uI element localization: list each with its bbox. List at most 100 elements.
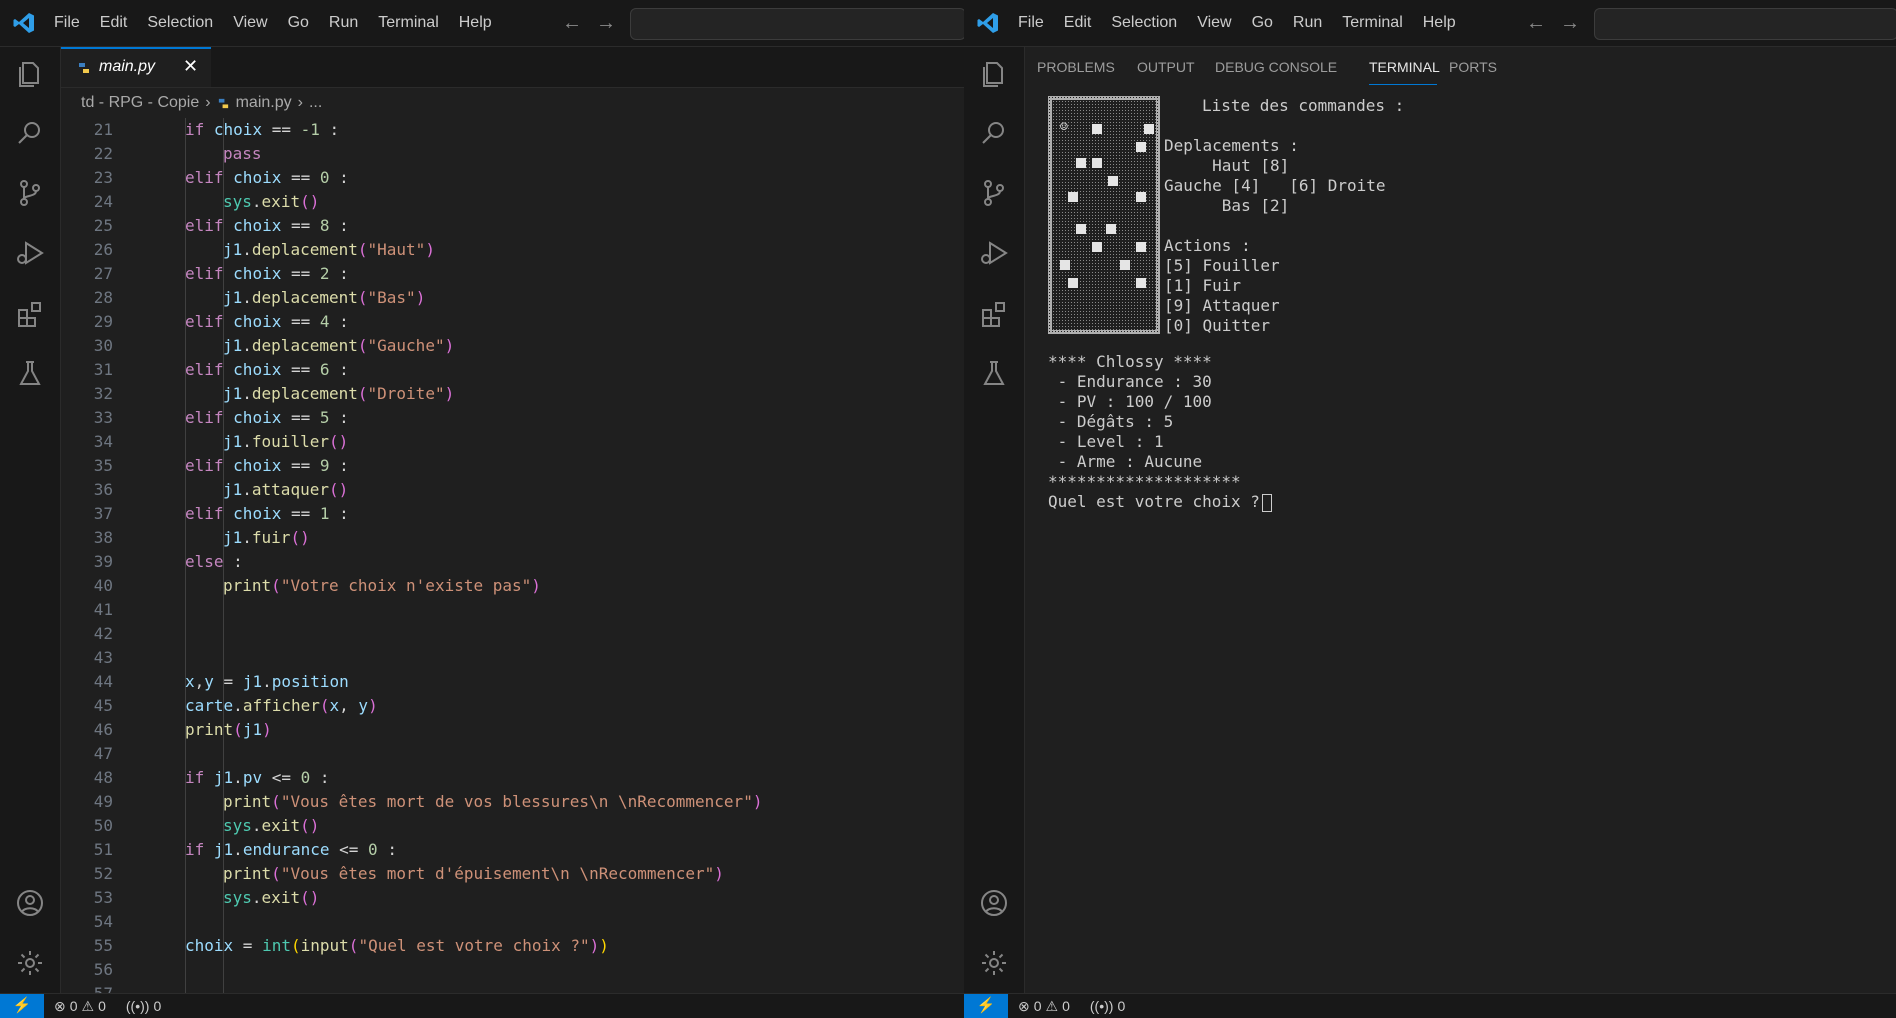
menu-go[interactable]: Go [278, 0, 319, 46]
breadcrumb-folder[interactable]: td - RPG - Copie [81, 94, 199, 112]
vscode-logo-icon[interactable] [12, 11, 36, 35]
code-line[interactable]: 54 [61, 910, 964, 934]
code-text: j1.attaquer() [223, 478, 348, 502]
problems-status[interactable]: ⊗ 0 ⚠ 0 ((•)) 0 [1018, 994, 1125, 1018]
tab-main-py[interactable]: main.py ✕ [61, 47, 211, 87]
menu-help[interactable]: Help [1413, 0, 1466, 46]
code-line[interactable]: 35 elif choix == 9 : [61, 454, 964, 478]
menu-file[interactable]: File [44, 0, 90, 46]
tab-debug-console[interactable]: DEBUG CONSOLE [1215, 59, 1337, 75]
code-line[interactable]: 28 j1.deplacement("Bas") [61, 286, 964, 310]
testing-icon[interactable] [978, 357, 1010, 389]
menu-file[interactable]: File [1008, 0, 1054, 46]
extensions-icon[interactable] [14, 297, 46, 329]
close-icon[interactable]: ✕ [183, 56, 198, 77]
menu-go[interactable]: Go [1242, 0, 1283, 46]
account-icon[interactable] [978, 887, 1010, 919]
warning-count: 0 [98, 998, 106, 1014]
code-line[interactable]: 51 if j1.endurance <= 0 : [61, 838, 964, 862]
menu-help[interactable]: Help [449, 0, 502, 46]
forward-arrow-icon[interactable]: → [1560, 12, 1580, 35]
remote-indicator-icon[interactable]: ⚡ [0, 994, 44, 1018]
explorer-icon[interactable] [978, 57, 1010, 89]
code-line[interactable]: 30 j1.deplacement("Gauche") [61, 334, 964, 358]
menu-selection[interactable]: Selection [137, 0, 223, 46]
code-line[interactable]: 44 x,y = j1.position [61, 670, 964, 694]
code-line[interactable]: 45 carte.afficher(x, y) [61, 694, 964, 718]
code-editor[interactable]: 21 if choix == -1 :22 pass 23 elif choix == … [61, 118, 964, 993]
code-line[interactable]: 26 j1.deplacement("Haut") [61, 238, 964, 262]
code-line[interactable]: 33 elif choix == 5 : [61, 406, 964, 430]
code-line[interactable]: 55 choix = int(input("Quel est votre choi… [61, 934, 964, 958]
breadcrumb-file[interactable]: main.py [236, 94, 292, 112]
menu-view[interactable]: View [223, 0, 277, 46]
tab-terminal[interactable]: TERMINAL [1369, 59, 1440, 75]
code-token: () [290, 528, 310, 547]
tab-output[interactable]: OUTPUT [1137, 59, 1195, 75]
code-line[interactable]: 25 elif choix == 8 : [61, 214, 964, 238]
code-line[interactable]: 50 sys.exit() [61, 814, 964, 838]
code-line[interactable]: 36 j1.attaquer() [61, 478, 964, 502]
source-control-icon[interactable] [14, 177, 46, 209]
code-line[interactable]: 46 print(j1) [61, 718, 964, 742]
run-debug-icon[interactable] [14, 237, 46, 269]
menu-terminal[interactable]: Terminal [1332, 0, 1412, 46]
breadcrumb-more[interactable]: ... [309, 94, 322, 112]
code-line[interactable]: 23 elif choix == 0 : [61, 166, 964, 190]
code-line[interactable]: 38 j1.fuir() [61, 526, 964, 550]
code-line[interactable]: 22 pass [61, 142, 964, 166]
code-line[interactable]: 34 j1.fouiller() [61, 430, 964, 454]
menu-terminal[interactable]: Terminal [368, 0, 448, 46]
command-center-search[interactable] [1594, 8, 1896, 40]
terminal-output[interactable]: ☺ Liste des commandes : Deplacements : H… [1048, 96, 1896, 988]
search-icon[interactable] [14, 117, 46, 149]
code-line[interactable]: 47 [61, 742, 964, 766]
testing-icon[interactable] [14, 357, 46, 389]
tab-ports[interactable]: PORTS [1449, 59, 1497, 75]
code-token: sys [223, 888, 252, 907]
menu-edit[interactable]: Edit [90, 0, 138, 46]
code-line[interactable]: 52 print("Vous êtes mort d'épuisement\n \… [61, 862, 964, 886]
code-line[interactable]: 48 if j1.pv <= 0 : [61, 766, 964, 790]
menu-run[interactable]: Run [1283, 0, 1332, 46]
code-line[interactable]: 57 [61, 982, 964, 993]
extensions-icon[interactable] [978, 297, 1010, 329]
account-icon[interactable] [14, 887, 46, 919]
source-control-icon[interactable] [978, 177, 1010, 209]
code-token: j1 [242, 672, 263, 691]
code-line[interactable]: 40 print("Votre choix n'existe pas") [61, 574, 964, 598]
code-line[interactable]: 41 [61, 598, 964, 622]
code-line[interactable]: 37 elif choix == 1 : [61, 502, 964, 526]
vscode-logo-icon[interactable] [976, 11, 1000, 35]
code-line[interactable]: 39 else : [61, 550, 964, 574]
code-line[interactable]: 29 elif choix == 4 : [61, 310, 964, 334]
remote-indicator-icon[interactable]: ⚡ [964, 994, 1008, 1018]
menu-run[interactable]: Run [319, 0, 368, 46]
settings-gear-icon[interactable] [978, 947, 1010, 979]
code-line[interactable]: 56 [61, 958, 964, 982]
command-center-search[interactable] [630, 8, 964, 40]
settings-gear-icon[interactable] [14, 947, 46, 979]
forward-arrow-icon[interactable]: → [596, 12, 616, 35]
back-arrow-icon[interactable]: ← [562, 12, 582, 35]
code-line[interactable]: 24 sys.exit() [61, 190, 964, 214]
explorer-icon[interactable] [14, 57, 46, 89]
code-line[interactable]: 53 sys.exit() [61, 886, 964, 910]
code-line[interactable]: 32 j1.deplacement("Droite") [61, 382, 964, 406]
code-line[interactable]: 21 if choix == -1 : [61, 118, 964, 142]
back-arrow-icon[interactable]: ← [1526, 12, 1546, 35]
menu-edit[interactable]: Edit [1054, 0, 1102, 46]
tab-problems[interactable]: PROBLEMS [1037, 59, 1115, 75]
code-line[interactable]: 27 elif choix == 2 : [61, 262, 964, 286]
menu-view[interactable]: View [1187, 0, 1241, 46]
code-line[interactable]: 31 elif choix == 6 : [61, 358, 964, 382]
menu-selection[interactable]: Selection [1101, 0, 1187, 46]
search-icon[interactable] [978, 117, 1010, 149]
code-line[interactable]: 43 [61, 646, 964, 670]
code-line[interactable]: 49 print("Vous êtes mort de vos blessures… [61, 790, 964, 814]
run-debug-icon[interactable] [978, 237, 1010, 269]
code-token: : [329, 456, 349, 475]
problems-status[interactable]: ⊗ 0 ⚠ 0 ((•)) 0 [54, 994, 161, 1018]
code-line[interactable]: 42 [61, 622, 964, 646]
